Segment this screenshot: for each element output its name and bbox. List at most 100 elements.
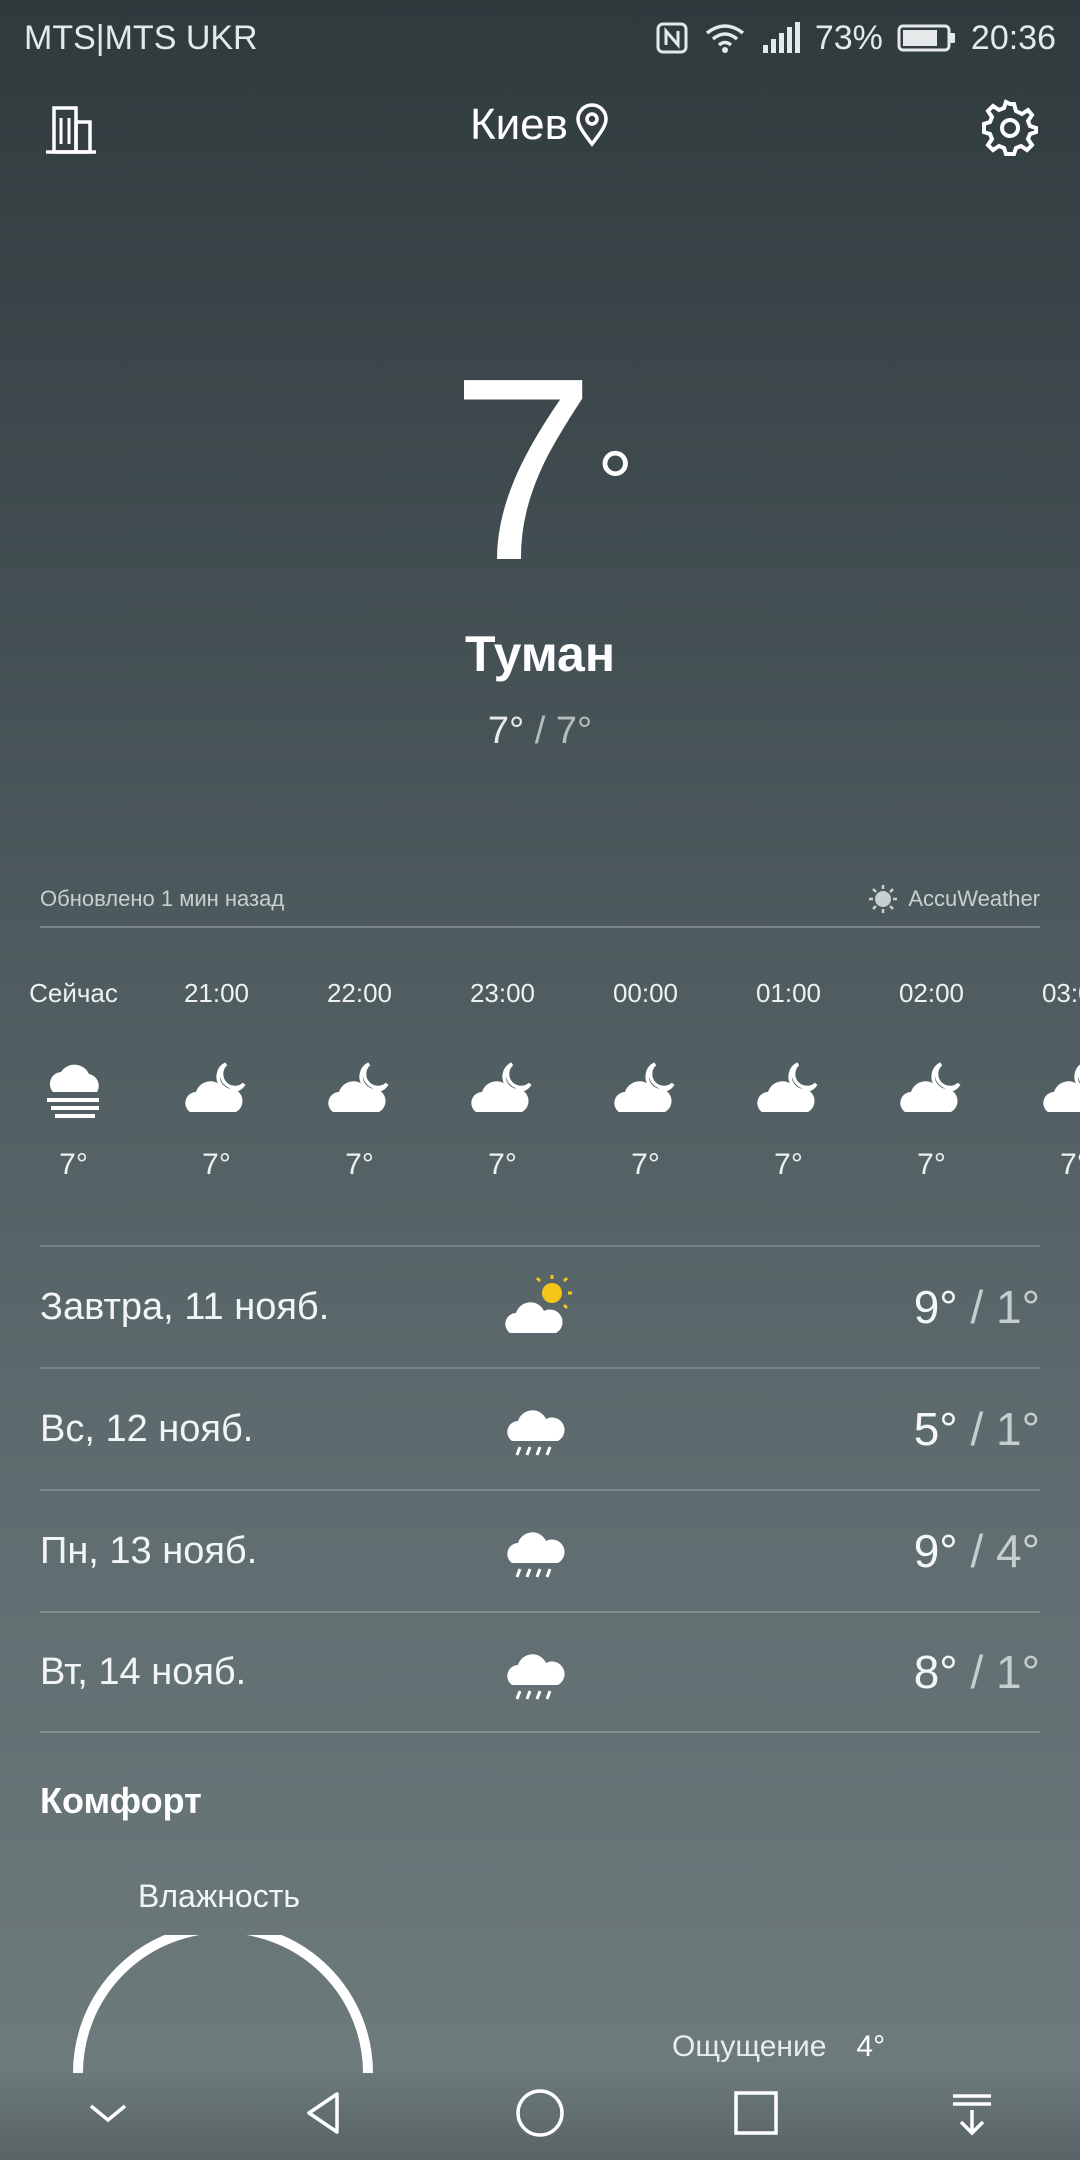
day-label: Вс, 12 нояб. <box>40 1407 254 1450</box>
status-bar: MTS|MTS UKR 73% 20:36 <box>0 0 1080 76</box>
day-separator: / <box>957 1281 997 1333</box>
home-circle-icon <box>516 2088 564 2137</box>
hourly-item: 21:00 7° <box>145 978 288 1182</box>
hourly-item: 00:00 7° <box>574 978 717 1182</box>
feels-like-label: Ощущение <box>672 2030 827 2063</box>
day-low: 1° <box>996 1403 1040 1455</box>
day-high: 8° <box>913 1646 958 1698</box>
hourly-item: 01:00 7° <box>717 978 860 1182</box>
partly-sunny-icon <box>500 1269 580 1349</box>
daily-row[interactable]: Вт, 14 нояб. 8° / 1° <box>40 1611 1040 1733</box>
back-button[interactable] <box>284 2073 364 2153</box>
feels-like-value: 4° <box>856 2030 886 2063</box>
humidity-label: Влажность <box>138 1878 301 1914</box>
rain-icon <box>500 1391 580 1471</box>
battery-percent: 73% <box>814 18 883 57</box>
current-low: 7° <box>555 710 593 752</box>
hour-temp: 7° <box>917 1148 946 1181</box>
cloudy-night-icon <box>574 1058 717 1138</box>
day-temps: 5° / 1° <box>914 1402 1040 1456</box>
daily-row[interactable]: Вс, 12 нояб. 5° / 1° <box>40 1367 1040 1489</box>
hour-time: 01:00 <box>755 978 822 1008</box>
daily-row[interactable]: Завтра, 11 нояб. 9° / 1° <box>40 1245 1040 1367</box>
battery-icon <box>897 23 957 53</box>
day-label: Пн, 13 нояб. <box>40 1529 258 1572</box>
recents-button[interactable] <box>716 2073 796 2153</box>
day-low: 4° <box>996 1525 1040 1577</box>
updated-text: Обновлено 1 мин назад <box>40 886 285 911</box>
high-low-separator: / <box>534 710 546 752</box>
hourly-item: 02:00 7° <box>860 978 1003 1182</box>
rain-icon <box>500 1513 580 1593</box>
current-temperature-value: 7 <box>450 325 596 615</box>
city-name: Киев <box>469 100 569 149</box>
navigation-bar <box>0 2065 1080 2160</box>
cloudy-night-icon <box>431 1058 574 1138</box>
cloudy-night-icon <box>145 1058 288 1138</box>
chevron-down-icon <box>89 2104 127 2122</box>
hour-temp: 7° <box>631 1148 660 1181</box>
hour-time: 23:00 <box>469 978 536 1008</box>
cloudy-night-icon <box>288 1058 431 1138</box>
back-triangle-icon <box>307 2091 339 2134</box>
cloudy-night-icon <box>1003 1058 1080 1138</box>
degree-symbol: ° <box>597 434 633 534</box>
day-high: 5° <box>913 1403 958 1455</box>
nfc-icon <box>655 21 689 55</box>
cloudy-night-icon <box>860 1058 1003 1138</box>
settings-button[interactable] <box>980 98 1040 158</box>
hourly-forecast[interactable]: Сейчас 7° 21:00 7° 22:00 7° 23:00 7° 00:… <box>0 978 1080 1208</box>
humidity-gauge <box>73 1935 373 2074</box>
hour-temp: 7° <box>59 1148 88 1181</box>
hour-time: 21:00 <box>183 978 250 1008</box>
day-low: 1° <box>996 1281 1040 1333</box>
accuweather-attribution[interactable]: AccuWeather <box>868 884 1040 914</box>
clock: 20:36 <box>970 18 1056 57</box>
provider-name: AccuWeather <box>908 886 1040 911</box>
day-separator: / <box>957 1525 997 1577</box>
fog-icon <box>2 1058 145 1138</box>
hourly-item: 03:00 7° <box>1003 978 1080 1182</box>
current-high-low: 7° / 7° <box>0 710 1080 753</box>
current-temperature: 7° <box>0 340 1080 600</box>
day-label: Завтра, 11 нояб. <box>40 1285 330 1328</box>
daily-forecast: Завтра, 11 нояб. 9° / 1° Вс, 12 нояб. 5°… <box>40 1245 1040 1733</box>
day-temps: 8° / 1° <box>914 1645 1040 1699</box>
hour-time: 03:00 <box>1041 978 1080 1008</box>
current-condition: Туман <box>464 626 616 682</box>
home-button[interactable] <box>500 2073 580 2153</box>
feels-like: Ощущение 4° <box>672 2030 885 2064</box>
hour-temp: 7° <box>1060 1148 1080 1181</box>
city-selector[interactable]: Киев <box>0 100 1080 150</box>
hour-time: 02:00 <box>898 978 965 1008</box>
hour-time: 22:00 <box>326 978 393 1008</box>
hourly-item: 23:00 7° <box>431 978 574 1182</box>
header: Киев <box>0 90 1080 162</box>
wifi-icon <box>703 21 747 55</box>
hour-temp: 7° <box>345 1148 374 1181</box>
day-label: Вт, 14 нояб. <box>40 1650 247 1693</box>
pull-down-icon <box>953 2093 991 2135</box>
day-high: 9° <box>913 1281 958 1333</box>
day-low: 1° <box>996 1646 1040 1698</box>
accuweather-sun-icon <box>869 885 898 913</box>
hour-temp: 7° <box>774 1148 803 1181</box>
day-separator: / <box>957 1646 997 1698</box>
rain-icon <box>500 1635 580 1715</box>
location-pin-icon <box>576 103 608 147</box>
comfort-title: Комфорт <box>40 1780 202 1821</box>
status-icons: 73% 20:36 <box>655 19 1056 58</box>
daily-row[interactable]: Пн, 13 нояб. 9° / 4° <box>40 1489 1040 1611</box>
day-temps: 9° / 4° <box>914 1524 1040 1578</box>
day-separator: / <box>957 1403 997 1455</box>
hour-temp: 7° <box>488 1148 517 1181</box>
updated-row: Обновлено 1 мин назад AccuWeather <box>40 885 1040 928</box>
day-high: 9° <box>913 1525 958 1577</box>
day-temps: 9° / 1° <box>914 1280 1040 1334</box>
hourly-item: 22:00 7° <box>288 978 431 1182</box>
gear-icon <box>982 99 1038 156</box>
hide-nav-button[interactable] <box>68 2073 148 2153</box>
hour-temp: 7° <box>202 1148 231 1181</box>
hour-time: Сейчас <box>29 978 118 1008</box>
notifications-pull-button[interactable] <box>932 2073 1012 2153</box>
